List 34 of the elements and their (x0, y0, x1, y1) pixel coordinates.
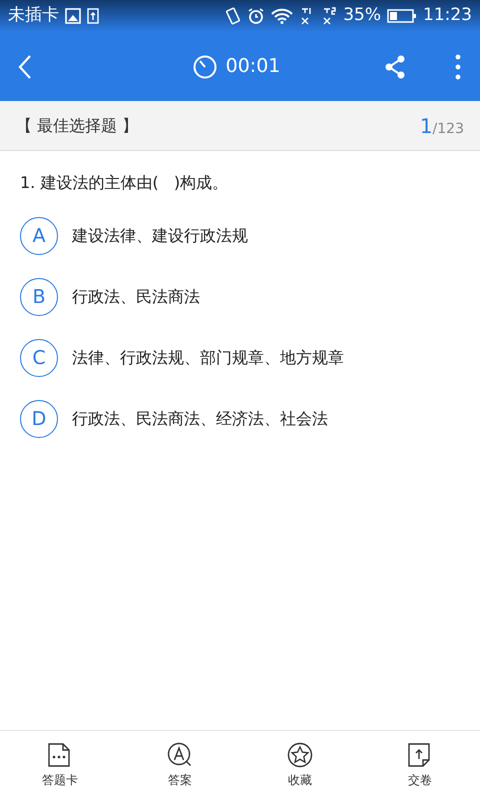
vibrate-icon (225, 7, 242, 25)
battery-text: 35% (343, 4, 381, 28)
option-text: 行政法、民法商法、经济法、社会法 (72, 408, 328, 430)
option-text: 行政法、民法商法 (72, 286, 200, 308)
option-text: 法律、行政法规、部门规章、地方规章 (72, 347, 344, 369)
nav-label: 答案 (168, 772, 192, 789)
nav-label: 交卷 (408, 772, 432, 789)
battery-icon (387, 8, 417, 24)
timer-icon (192, 54, 218, 80)
share-button[interactable] (384, 54, 406, 79)
upload-icon (87, 8, 99, 24)
nav-label: 收藏 (288, 772, 312, 789)
image-icon (65, 8, 81, 24)
back-button[interactable] (18, 54, 32, 80)
nav-label: 答题卡 (42, 772, 78, 789)
more-button[interactable] (454, 54, 462, 80)
wifi-icon (271, 8, 294, 24)
option-button[interactable]: C (20, 339, 58, 377)
no-signal-icon (321, 6, 338, 26)
question-counter: 1/123 (420, 112, 464, 140)
back-icon (18, 54, 32, 80)
more-icon (454, 54, 462, 80)
alarm-icon (247, 7, 266, 25)
section-title: 【 最佳选择题 】 (16, 114, 140, 136)
answer-search-icon (167, 742, 193, 768)
timer-text: 00:01 (226, 54, 280, 80)
carrier-text: 未插卡 (8, 4, 59, 28)
option-button[interactable]: D (20, 400, 58, 438)
share-icon (384, 54, 406, 79)
question-text: 1. 建设法的主体由( )构成。 (20, 172, 230, 194)
option-text: 建设法律、建设行政法规 (72, 225, 248, 247)
option-button[interactable]: B (20, 278, 58, 316)
option-button[interactable]: A (20, 217, 58, 255)
clock-text: 11:23 (423, 4, 472, 28)
